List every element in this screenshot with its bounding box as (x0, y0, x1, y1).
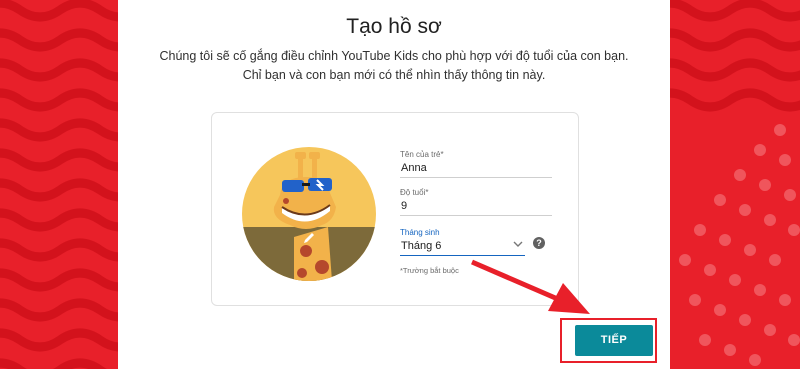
page-title: Tạo hồ sơ (346, 15, 442, 38)
birth-month-label: Tháng sinh (400, 228, 440, 237)
subtitle-line-1: Chúng tôi sẽ cố gắng điều chỉnh YouTube … (159, 49, 629, 63)
birth-month-value: Tháng 6 (401, 240, 442, 252)
left-decor-pattern (0, 0, 118, 369)
age-field: Độ tuổi* 9 (400, 188, 552, 216)
age-label: Độ tuổi* (400, 188, 429, 197)
child-name-label: Tên của trẻ* (400, 150, 444, 159)
right-decor-pattern (670, 0, 800, 369)
create-profile-panel: Tạo hồ sơ Chúng tôi sẽ cố gắng điều chỉn… (118, 0, 670, 369)
profile-card: Tên của trẻ* Anna Độ tuổi* 9 Tháng sinh … (211, 112, 579, 306)
required-note: *Trường bắt buộc (400, 266, 459, 275)
giraffe-avatar (242, 147, 376, 281)
page-subtitle: Chúng tôi sẽ cố gắng điều chỉnh YouTube … (118, 47, 670, 85)
child-name-field: Tên của trẻ* Anna (400, 150, 552, 178)
help-icon[interactable]: ? (533, 237, 545, 249)
pencil-icon (304, 233, 314, 243)
next-button[interactable]: TIẾP (575, 325, 653, 356)
birth-month-select[interactable]: Tháng 6 (400, 237, 525, 256)
chevron-down-icon (513, 241, 523, 247)
birth-month-field: Tháng sinh Tháng 6 (400, 228, 525, 256)
subtitle-line-2: Chỉ bạn và con bạn mới có thể nhìn thấy … (242, 68, 546, 82)
avatar-edit-button[interactable] (242, 147, 376, 281)
age-input[interactable]: 9 (400, 197, 552, 216)
child-name-input[interactable]: Anna (400, 159, 552, 178)
